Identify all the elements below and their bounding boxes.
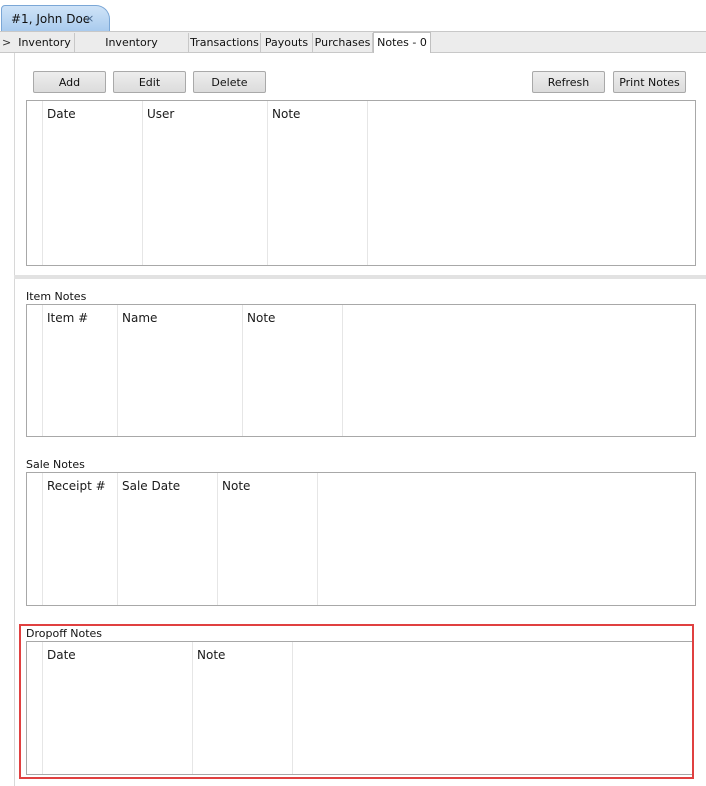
row-header-column — [27, 305, 43, 436]
column-name[interactable]: Name — [118, 305, 243, 436]
column-header-note: Note — [222, 479, 251, 493]
column-header-sale-date: Sale Date — [122, 479, 181, 493]
customer-tab-label: #1, John Doe — [11, 12, 91, 26]
document-tab-strip: #1, John Doe × — [0, 0, 706, 31]
column-note[interactable]: Note — [268, 101, 368, 265]
refresh-button[interactable]: Refresh — [532, 71, 605, 93]
column-date[interactable]: Date — [43, 101, 143, 265]
column-header-item-number: Item # — [47, 311, 89, 325]
column-header-note: Note — [247, 311, 276, 325]
tab-payouts[interactable]: Payouts — [261, 33, 313, 53]
tab-inventory[interactable]: Inventory — [15, 33, 75, 53]
column-header-note: Note — [272, 107, 301, 121]
column-header-user: User — [147, 107, 175, 121]
dropoff-notes-highlight — [19, 624, 694, 779]
column-receipt-number[interactable]: Receipt # — [43, 473, 118, 605]
delete-button[interactable]: Delete — [193, 71, 266, 93]
column-note[interactable]: Note — [243, 305, 343, 436]
column-header-date: Date — [47, 107, 76, 121]
sale-notes-table[interactable]: Receipt # Sale Date Note — [26, 472, 696, 606]
tab-purchases[interactable]: Purchases — [313, 33, 373, 53]
tab-inventory-disposition[interactable]: Inventory Disposition — [75, 33, 189, 68]
column-sale-date[interactable]: Sale Date — [118, 473, 218, 605]
edit-button[interactable]: Edit — [113, 71, 186, 93]
item-notes-label: Item Notes — [26, 290, 87, 303]
column-header-receipt-number: Receipt # — [47, 479, 106, 493]
row-header-column — [27, 473, 43, 605]
add-button[interactable]: Add — [33, 71, 106, 93]
column-header-name: Name — [122, 311, 158, 325]
column-user[interactable]: User — [143, 101, 268, 265]
row-header-column — [27, 101, 43, 265]
customer-document-tab[interactable]: #1, John Doe × — [1, 5, 110, 31]
splitter-handle[interactable] — [14, 275, 706, 279]
item-notes-table[interactable]: Item # Name Note — [26, 304, 696, 437]
expand-arrow-icon[interactable]: > — [2, 36, 11, 49]
print-notes-button[interactable]: Print Notes — [613, 71, 686, 93]
column-note[interactable]: Note — [218, 473, 318, 605]
notes-table[interactable]: Date User Note — [26, 100, 696, 266]
tab-notes[interactable]: Notes - 0 — [373, 32, 431, 54]
column-item-number[interactable]: Item # — [43, 305, 118, 436]
subtab-bar: > Inventory Inventory Disposition Transa… — [0, 31, 706, 68]
tab-transactions[interactable]: Transactions — [189, 33, 261, 53]
close-icon[interactable]: × — [85, 12, 94, 25]
sale-notes-label: Sale Notes — [26, 458, 85, 471]
